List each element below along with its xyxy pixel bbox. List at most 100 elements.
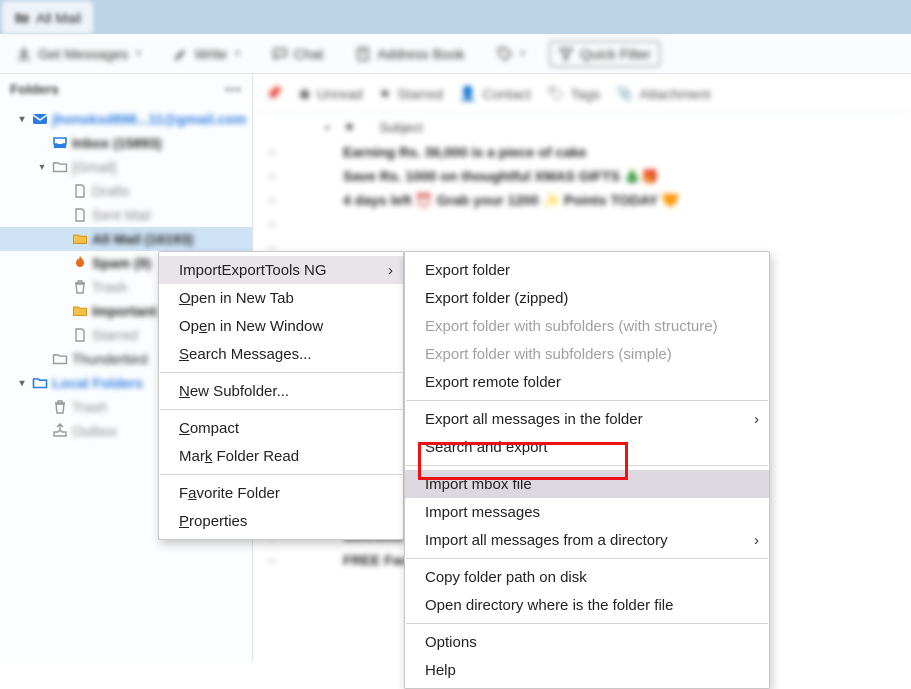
chevron-right-icon: › [388, 262, 393, 279]
menu-item[interactable]: Open directory where is the folder file [405, 591, 769, 619]
thread-dot-icon: ○ [265, 144, 279, 160]
menu-item[interactable]: Open in New Tab [159, 284, 403, 312]
tab-all-mail[interactable]: All Mail [2, 1, 93, 34]
menu-item-label: Open in New Tab [179, 290, 294, 307]
filter-tags[interactable]: 🏷 Tags [547, 85, 600, 102]
quick-filter-bar: 📌 ◉ Unread ★ Starred 👤 Contact 🏷 Tags 📎 … [253, 74, 911, 114]
address-book-button[interactable]: Address Book [347, 42, 472, 66]
kebab-icon[interactable]: ••• [225, 82, 242, 97]
menu-separator [160, 409, 402, 410]
tree-item[interactable]: All Mail (16193) [0, 227, 252, 251]
menu-item[interactable]: Favorite Folder [159, 479, 403, 507]
menu-item-label: Copy folder path on disk [425, 569, 587, 586]
menu-item[interactable]: Open in New Window [159, 312, 403, 340]
folder-context-menu: ImportExportTools NG› Open in New Tab Open… [158, 251, 404, 540]
menu-item-label: Export all messages in the folder [425, 411, 643, 428]
file-gray-icon [71, 206, 89, 224]
menu-item[interactable]: Search and export [405, 433, 769, 461]
menu-item-label: Properties [179, 513, 247, 530]
menu-item[interactable]: Export folder (zipped) [405, 284, 769, 312]
menu-item[interactable]: New Subfolder... [159, 377, 403, 405]
menu-item[interactable]: Import mbox file [405, 470, 769, 498]
menu-item[interactable]: Import messages [405, 498, 769, 526]
tree-item-label: Inbox (15893) [72, 135, 161, 151]
menu-item[interactable]: ImportExportTools NG› [159, 256, 403, 284]
menu-item-label: New Subfolder... [179, 383, 289, 400]
tree-item-label: Outbox [72, 423, 117, 439]
menu-separator [160, 372, 402, 373]
thread-dot-icon: ○ [265, 216, 279, 232]
menu-item[interactable]: Export folder [405, 256, 769, 284]
tag-icon [497, 46, 513, 62]
tree-item-label: Local Folders [52, 375, 143, 391]
chevron-right-icon: › [754, 411, 759, 428]
menu-item[interactable]: Compact [159, 414, 403, 442]
menu-item[interactable]: Options [405, 628, 769, 656]
tree-item[interactable]: Drafts [0, 179, 252, 203]
get-messages-button[interactable]: Get Messages ▾ [8, 42, 149, 66]
menu-item-label: Import mbox file [425, 476, 532, 493]
message-row[interactable]: ○ [265, 212, 911, 236]
menu-item-label: Help [425, 662, 456, 679]
import-export-submenu: Export folder Export folder (zipped) Expor… [404, 251, 770, 689]
folder-icon [14, 10, 30, 26]
menu-item[interactable]: Mark Folder Read [159, 442, 403, 470]
menu-item-label: Search and export [425, 439, 548, 456]
message-row[interactable]: ○Save Rs. 1000 on thoughtful XMAS GIFTS … [265, 164, 911, 188]
menu-item[interactable]: Export all messages in the folder › [405, 405, 769, 433]
tree-item-label: Trash [92, 279, 127, 295]
filter-contact[interactable]: 👤 Contact [459, 85, 531, 102]
filter-starred[interactable]: ★ Starred [379, 85, 443, 102]
tree-item-label: Trash [72, 399, 107, 415]
filter-attachment[interactable]: 📎 Attachment [616, 85, 710, 102]
menu-item[interactable]: Import all messages from a directory› [405, 526, 769, 554]
folder-gray-icon [51, 350, 69, 368]
folder-blue-icon [31, 374, 49, 392]
chat-button[interactable]: Chat [264, 42, 332, 66]
twisty-icon[interactable]: ▾ [16, 378, 28, 389]
tree-item[interactable]: Sent Mail [0, 203, 252, 227]
menu-item-label: Favorite Folder [179, 485, 280, 502]
write-button[interactable]: Write ▾ [165, 42, 248, 66]
menu-item[interactable]: Copy folder path on disk [405, 563, 769, 591]
pin-icon[interactable]: 📌 [265, 85, 282, 102]
thread-dot-icon: ○ [265, 552, 279, 568]
tree-item-label: Starred [92, 327, 138, 343]
menu-item-label: Export folder (zipped) [425, 290, 568, 307]
menu-item-label: Export folder with subfolders (simple) [425, 346, 672, 363]
menu-separator [160, 474, 402, 475]
trash-icon [71, 278, 89, 296]
flame-icon [71, 254, 89, 272]
folder-pane-header: Folders ••• [0, 74, 252, 105]
caret-down-icon: ▾ [235, 48, 240, 59]
tree-item[interactable]: ▾jhonsksd898...11@gmail.com [0, 107, 252, 131]
tree-item[interactable]: Inbox (15893) [0, 131, 252, 155]
tree-item-label: [Gmail] [72, 159, 116, 175]
tree-item-label: Drafts [92, 183, 129, 199]
trash-icon [51, 398, 69, 416]
tree-item[interactable]: ▾ [Gmail] [0, 155, 252, 179]
menu-item-label: Mark Folder Read [179, 448, 299, 465]
message-row[interactable]: ○ Earning Rs. 36,000 is a piece of cake [265, 140, 911, 164]
menu-item-label: Export remote folder [425, 374, 561, 391]
twisty-icon[interactable]: ▾ [36, 162, 48, 173]
menu-item[interactable]: Properties [159, 507, 403, 535]
outbox-icon [51, 422, 69, 440]
menu-item[interactable]: Export remote folder [405, 368, 769, 396]
quick-filter-button[interactable]: Quick Filter [549, 41, 660, 67]
download-icon [16, 46, 32, 62]
menu-item-label: Import all messages from a directory [425, 532, 668, 549]
filter-unread[interactable]: ◉ Unread [298, 85, 362, 102]
twisty-icon[interactable]: ▾ [16, 114, 28, 125]
menu-item: Export folder with subfolders (simple) [405, 340, 769, 368]
message-row[interactable]: ○4 days left ⏰ Grab your 1200 ✨ Points T… [265, 188, 911, 212]
menu-item[interactable]: Help [405, 656, 769, 684]
tag-button[interactable]: ▾ [489, 42, 534, 66]
message-subject: Earning Rs. 36,000 is a piece of cake [343, 144, 587, 160]
pencil-icon [173, 46, 189, 62]
menu-item[interactable]: Search Messages... [159, 340, 403, 368]
caret-down-icon: ▾ [136, 48, 141, 59]
menu-item-label: Open in New Window [179, 318, 323, 335]
column-header[interactable]: •★ Subject [253, 114, 911, 140]
tab-label: All Mail [36, 10, 81, 26]
